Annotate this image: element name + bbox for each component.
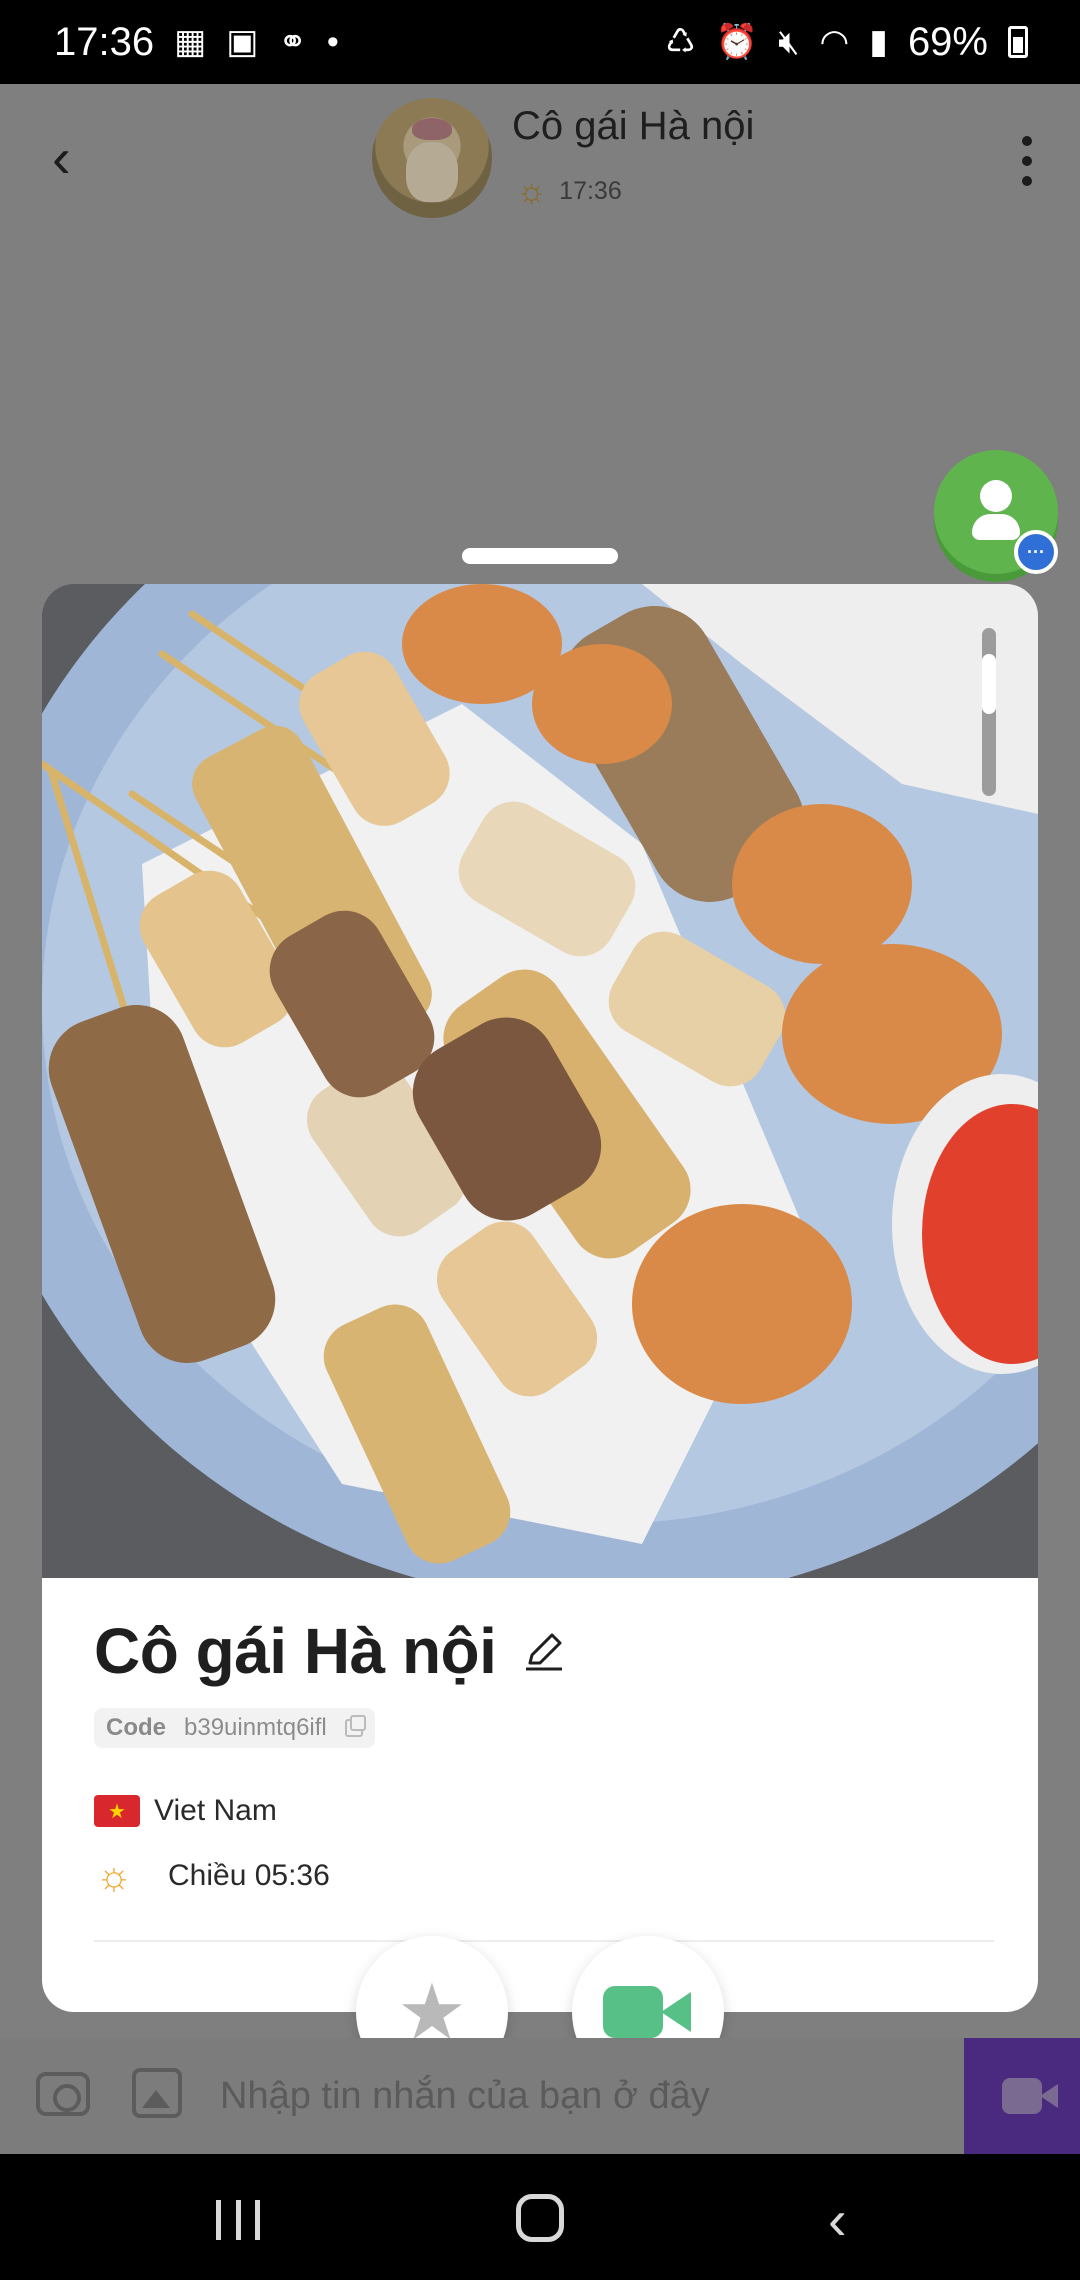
message-input[interactable]: [220, 2064, 920, 2128]
pencil-icon[interactable]: [522, 1629, 566, 1673]
system-nav-bar: ‹: [0, 2154, 1080, 2280]
profile-info: Cô gái Hà nội Code b39uinmtq6ifl ★ Viet …: [94, 1614, 994, 1896]
country-row: ★ Viet Nam: [94, 1794, 994, 1828]
mute-icon: 🔇︎: [778, 23, 800, 61]
chat-bubble-icon: ···: [1014, 530, 1058, 574]
profile-card: Cô gái Hà nội Code b39uinmtq6ifl ★ Viet …: [42, 584, 1038, 2012]
video-icon: [1002, 2078, 1058, 2114]
link-notification-icon: ⚭: [278, 23, 307, 61]
status-time: 17:36: [54, 19, 155, 64]
photo-scroll-indicator[interactable]: [982, 628, 996, 796]
code-label: Code: [106, 1714, 166, 1741]
chat-header: ‹ Cô gái Hà nội ☼ 17:36: [0, 84, 1080, 232]
app-notification-icon: ▦: [174, 23, 207, 61]
gallery-icon[interactable]: [132, 2068, 182, 2118]
system-back-icon[interactable]: ‹: [828, 2192, 868, 2252]
video-message-button[interactable]: [964, 2038, 1080, 2154]
local-time-row: ☼ Chiều 05:36: [94, 1856, 994, 1896]
copy-icon[interactable]: [344, 1715, 366, 1737]
more-notifications-dot-icon: •: [326, 23, 339, 61]
status-right: ♺ ⏰ 🔇︎ ◠ ▮ 69%: [665, 20, 1028, 65]
name-row: Cô gái Hà nội: [94, 1614, 994, 1688]
food-photo-illustration: [42, 584, 1038, 1578]
local-time: Chiều 05:36: [168, 1859, 330, 1892]
alarm-icon: ⏰: [715, 23, 759, 61]
chat-contact-time: 17:36: [559, 176, 622, 205]
profile-chat-button[interactable]: ···: [934, 450, 1058, 590]
code-value: b39uinmtq6ifl: [184, 1714, 327, 1741]
person-icon-head: [980, 480, 1012, 512]
avatar[interactable]: [372, 98, 492, 218]
chat-contact-name[interactable]: Cô gái Hà nội: [512, 104, 754, 149]
home-icon[interactable]: [516, 2194, 564, 2242]
chat-contact-time-row: ☼ 17:36: [516, 174, 622, 208]
gallery-notification-icon: ▣: [226, 23, 259, 61]
divider: [94, 1940, 994, 1942]
avatar-hat: [412, 118, 452, 140]
battery-percent: 69%: [907, 19, 988, 64]
recycle-icon: ♺: [665, 23, 696, 61]
profile-name: Cô gái Hà nội: [94, 1615, 497, 1687]
photo-scroll-thumb[interactable]: [982, 654, 996, 714]
wifi-icon: ◠: [819, 23, 850, 61]
sun-icon: ☼: [95, 1854, 133, 1898]
battery-icon: [1008, 26, 1028, 58]
status-bar: 17:36 ▦ ▣ ⚭ • ♺ ⏰ 🔇︎ ◠ ▮ 69%: [0, 0, 1080, 84]
recent-apps-icon[interactable]: [216, 2200, 260, 2240]
avatar-cat: [406, 142, 458, 202]
signal-icon: ▮: [869, 23, 888, 61]
back-arrow-icon[interactable]: ‹: [52, 128, 92, 188]
user-code-chip[interactable]: Code b39uinmtq6ifl: [94, 1708, 375, 1748]
video-camera-icon: [603, 1982, 693, 2042]
country-name: Viet Nam: [154, 1794, 277, 1827]
person-icon-body: [972, 514, 1020, 540]
camera-icon[interactable]: [36, 2072, 90, 2116]
vietnam-flag-icon: ★: [94, 1795, 140, 1827]
status-left: 17:36 ▦ ▣ ⚭ •: [54, 20, 339, 65]
sheet-drag-handle[interactable]: [462, 548, 618, 564]
more-vertical-icon[interactable]: [1012, 136, 1042, 186]
profile-photo[interactable]: [42, 584, 1038, 1578]
sun-icon: ☼: [516, 172, 548, 210]
message-input-bar: [0, 2038, 1080, 2154]
